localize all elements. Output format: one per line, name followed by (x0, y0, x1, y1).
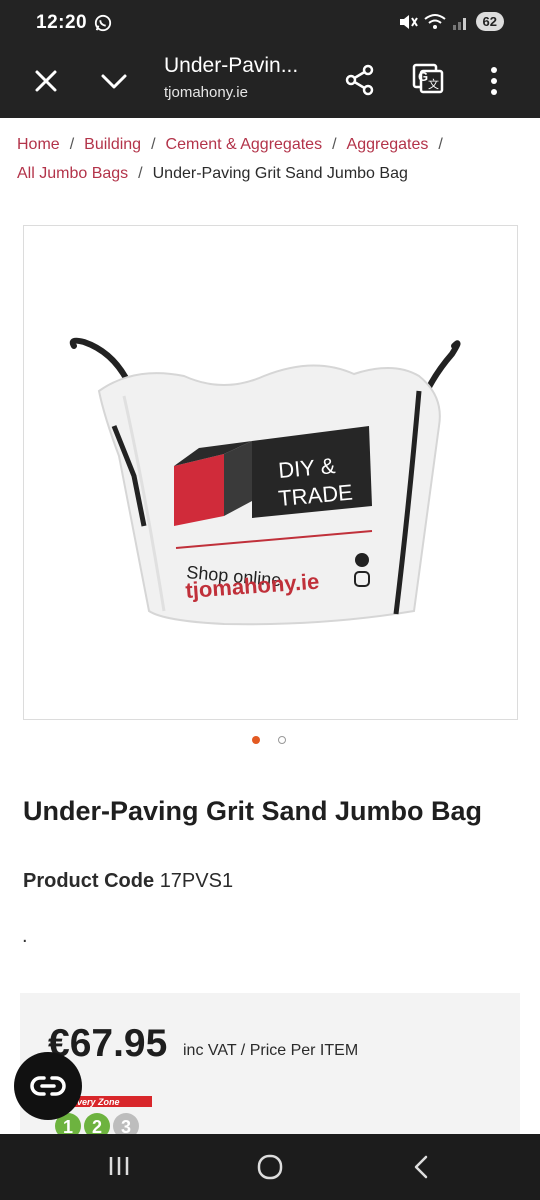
product-code-label: Product Code (23, 870, 155, 892)
home-icon[interactable] (257, 1154, 283, 1180)
product-image-gallery[interactable]: DIY & TRADE Shop online tjomahony.ie (23, 225, 518, 720)
page-title: Under-Pavin... (164, 54, 299, 77)
product-description: . (22, 925, 28, 947)
recents-icon[interactable] (108, 1154, 130, 1178)
product-code-value: 17PVS1 (159, 870, 234, 892)
bag-logo-line1: DIY & (277, 453, 336, 483)
status-bar: 12:20 62 (0, 0, 540, 48)
breadcrumb-home[interactable]: Home (17, 136, 60, 153)
breadcrumb: Home / Building / Cement & Aggregates / Aggreg… (17, 130, 527, 188)
product-title: Under-Paving Grit Sand Jumbo Bag (23, 796, 483, 826)
chevron-down-icon[interactable] (100, 70, 128, 94)
price-note: inc VAT / Price Per ITEM (183, 1042, 359, 1059)
more-vert-icon[interactable] (486, 64, 502, 98)
battery-icon: 62 (475, 12, 504, 31)
system-nav-bar (0, 1134, 540, 1200)
chat-button[interactable] (14, 1052, 82, 1120)
product-image: DIY & TRADE Shop online tjomahony.ie (69, 337, 461, 626)
wifi-icon (423, 13, 446, 29)
breadcrumb-separator: / (332, 136, 337, 153)
close-icon[interactable] (33, 68, 59, 94)
breadcrumb-separator: / (438, 136, 443, 153)
status-time: 12:20 (36, 12, 88, 33)
facebook-icon (355, 553, 369, 567)
product-code: Product Code 17PVS1 (23, 870, 233, 893)
svg-text:文: 文 (428, 77, 439, 91)
breadcrumb-separator: / (69, 136, 75, 153)
whatsapp-icon (94, 14, 112, 32)
breadcrumb-cement-aggregates[interactable]: Cement & Aggregates (166, 136, 323, 153)
page-url[interactable]: tjomahony.ie (164, 84, 248, 101)
breadcrumb-separator: / (151, 136, 156, 153)
mute-icon (399, 14, 418, 29)
carousel-dot-2[interactable] (278, 736, 286, 744)
carousel-dots (252, 736, 286, 744)
status-icons: 62 (398, 12, 504, 31)
share-icon[interactable] (344, 64, 376, 96)
browser-toolbar: Under-Pavin... tjomahony.ie G 文 (0, 48, 540, 118)
breadcrumb-all-jumbo-bags[interactable]: All Jumbo Bags (17, 165, 128, 182)
carousel-dot-1[interactable] (252, 736, 260, 744)
svg-text:G: G (418, 69, 428, 84)
breadcrumb-separator: / (138, 165, 143, 182)
translate-icon[interactable]: G 文 (412, 62, 444, 94)
breadcrumb-current: Under-Paving Grit Sand Jumbo Bag (152, 165, 408, 182)
chat-icon (30, 1076, 66, 1096)
breadcrumb-building[interactable]: Building (84, 136, 141, 153)
signal-icon (452, 17, 466, 30)
back-icon[interactable] (410, 1154, 432, 1180)
breadcrumb-aggregates[interactable]: Aggregates (347, 136, 429, 153)
